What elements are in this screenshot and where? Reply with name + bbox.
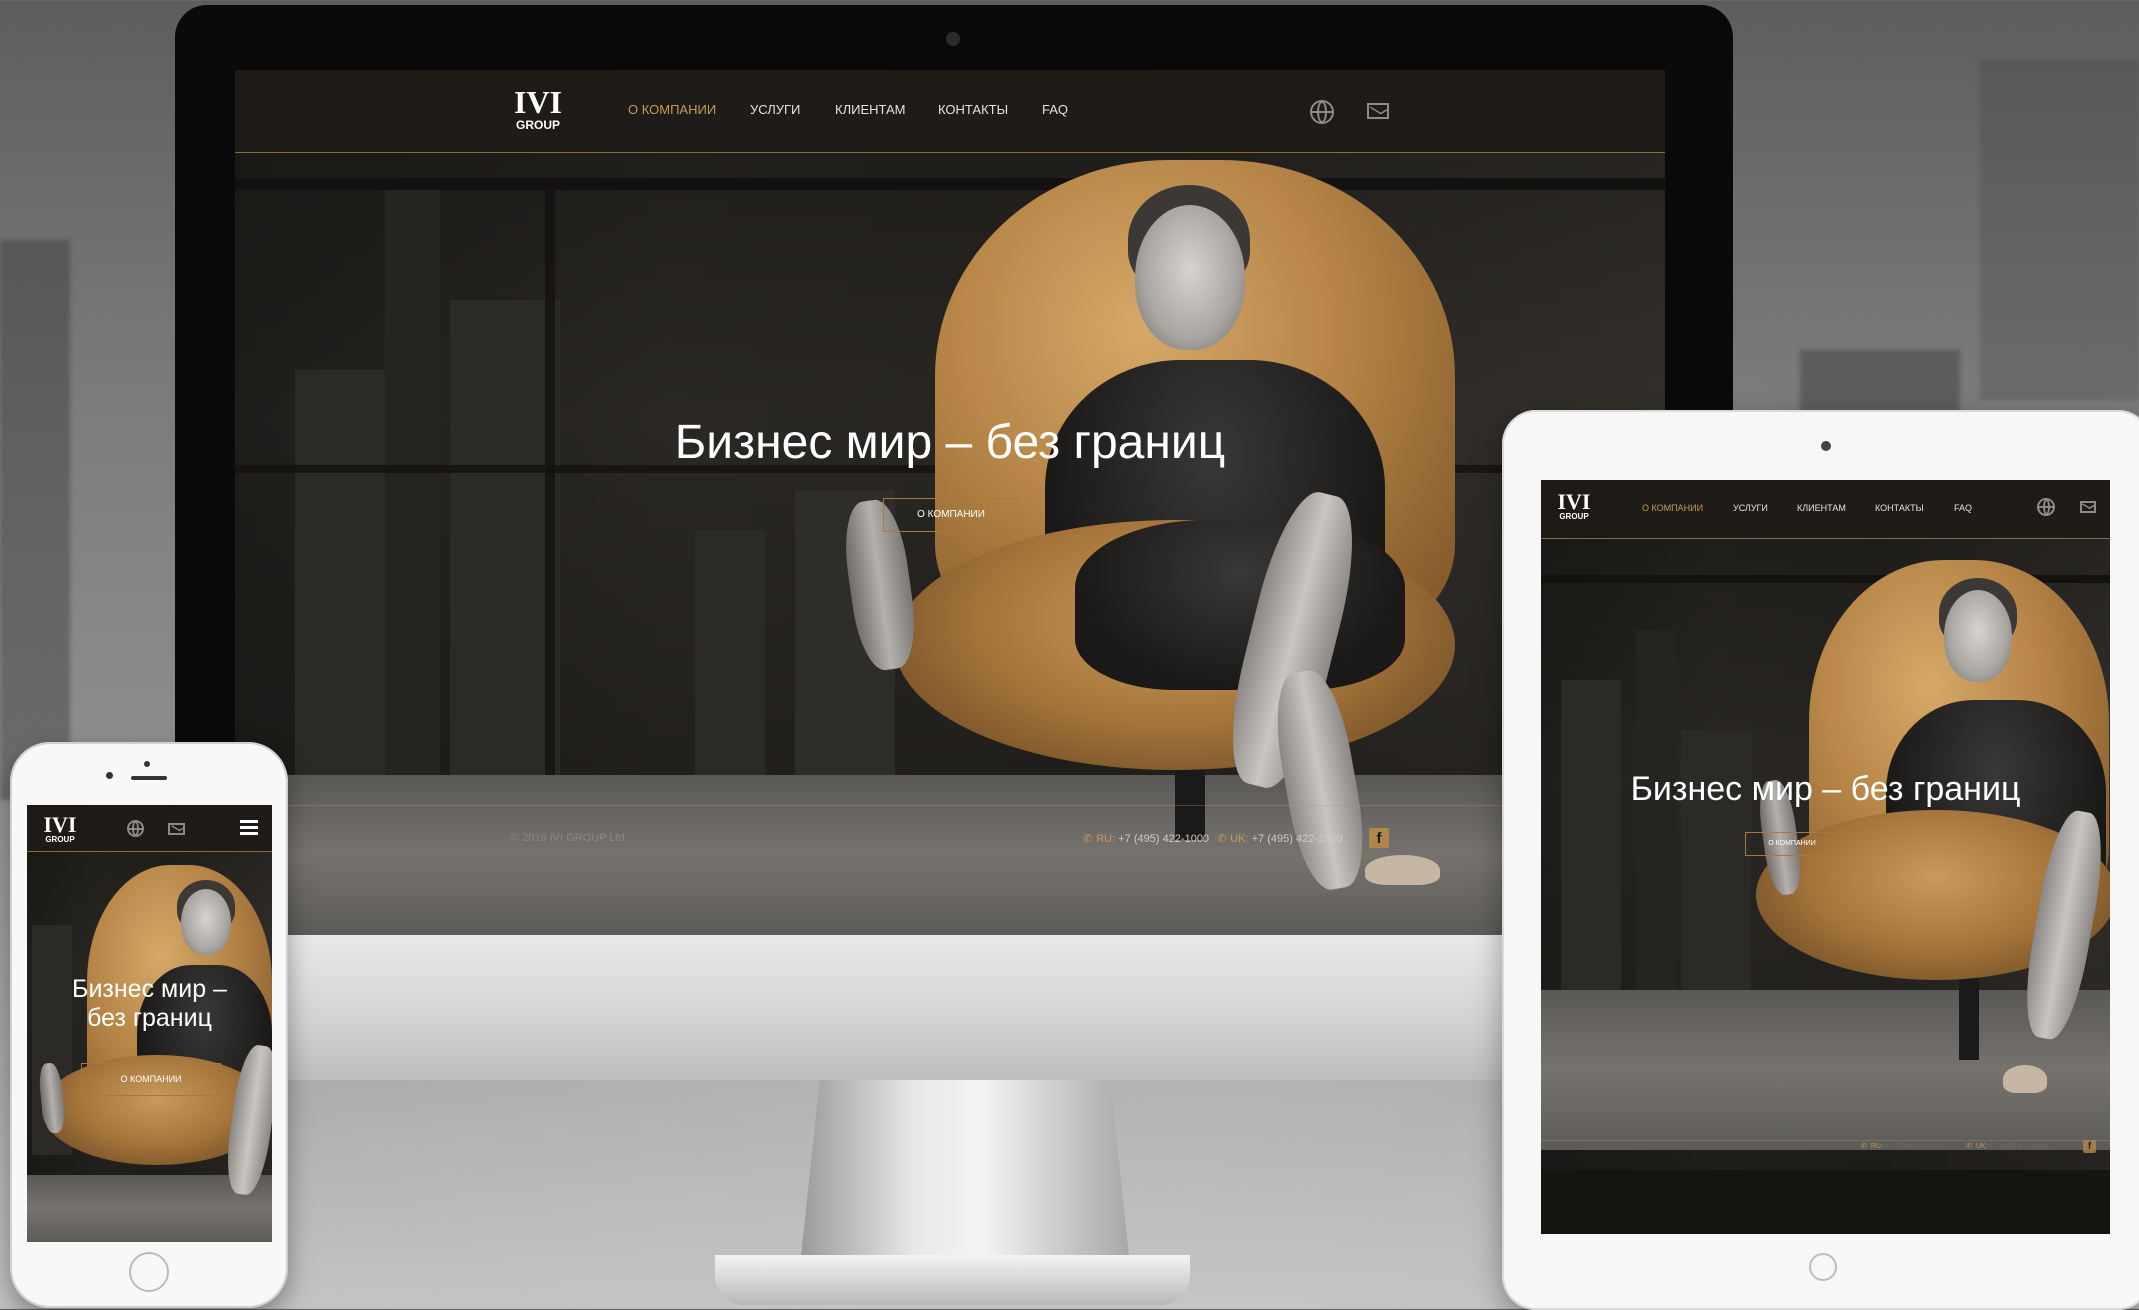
hero-headline-line1: Бизнес мир –	[72, 975, 227, 1003]
phone-ru-label: RU:	[1870, 1143, 1883, 1150]
woman-face	[181, 889, 231, 955]
nav-item-about[interactable]: О КОМПАНИИ	[628, 102, 716, 117]
screen-bottom-bar	[1541, 1170, 2110, 1234]
phone-ru-number: +7 (495) 422-1000	[1118, 833, 1210, 845]
imac-base	[715, 1255, 1190, 1305]
phone-ru-label: RU:	[1096, 833, 1116, 845]
phone-icon: ✆	[1217, 833, 1227, 845]
city-building	[1636, 630, 1676, 990]
city-building	[385, 190, 440, 850]
city-building	[1681, 730, 1751, 990]
woman-face	[1944, 590, 2012, 682]
nav-item-clients[interactable]: КЛИЕНТАМ	[835, 102, 906, 117]
footer-divider	[1541, 1140, 2110, 1141]
woman-dress-lap	[1075, 520, 1405, 690]
city-building	[450, 300, 560, 850]
copyright-text: © 2016 IVI GROUP Ltd.	[511, 832, 628, 844]
phone-speaker	[131, 776, 167, 780]
imac-chin	[175, 935, 1733, 1080]
nav-item-contacts[interactable]: КОНТАКТЫ	[1875, 503, 1924, 513]
hero-headline: Бизнес мир – без границ	[674, 416, 1226, 469]
footer-divider	[235, 805, 1665, 806]
facebook-icon[interactable]: f	[2083, 1140, 2096, 1153]
globe-icon[interactable]	[2037, 498, 2055, 516]
desktop-screen: IVI GROUP О КОМПАНИИ УСЛУГИ КЛИЕНТАМ КОН…	[235, 70, 1665, 935]
woman-face	[1135, 205, 1245, 350]
tablet-home-button[interactable]	[1809, 1253, 1837, 1281]
brand-logo[interactable]: IVI GROUP	[1553, 491, 1595, 521]
logo-sub: GROUP	[515, 118, 560, 132]
nav-item-services[interactable]: УСЛУГИ	[1733, 503, 1768, 513]
nav-item-about[interactable]: О КОМПАНИИ	[1642, 503, 1703, 513]
mail-icon[interactable]	[2080, 501, 2096, 513]
mail-icon[interactable]	[1367, 103, 1389, 119]
phone-uk-label: UK:	[1230, 833, 1249, 845]
logo-main: IVI	[1557, 489, 1591, 514]
about-company-button[interactable]: О КОМПАНИИ	[883, 498, 1019, 532]
logo-main: IVI	[43, 812, 77, 837]
logo-sub: GROUP	[45, 835, 75, 844]
phone-uk[interactable]: ✆ UK: +7 (495) 422-1000	[1966, 1142, 2047, 1150]
globe-icon[interactable]	[127, 820, 144, 837]
phone-uk[interactable]: ✆ UK: +7 (495) 422-1000	[1217, 832, 1342, 845]
phone-sensor	[144, 761, 150, 767]
brand-logo[interactable]: IVI GROUP	[39, 814, 81, 844]
about-company-button[interactable]: О КОМПАНИИ	[81, 1063, 221, 1096]
phone-icon: ✆	[1966, 1143, 1972, 1150]
imac-camera	[946, 32, 960, 46]
phone-ru[interactable]: ✆ RU: +7 (495) 422-1000	[1083, 832, 1209, 845]
tablet-camera	[1821, 441, 1831, 451]
phone-uk-label: UK:	[1975, 1143, 1988, 1150]
window-frame	[235, 178, 1665, 190]
hero-headline-line2: без границ	[87, 1004, 212, 1032]
brand-logo[interactable]: IVI GROUP	[507, 86, 569, 131]
city-building	[1561, 680, 1621, 990]
phone-uk-number: +7 (495) 422-1000	[1251, 833, 1343, 845]
phone-camera	[106, 772, 113, 779]
menu-icon[interactable]	[240, 820, 258, 836]
hero-headline: Бизнес мир – без границ	[1630, 770, 2021, 808]
nav-item-faq[interactable]: FAQ	[1042, 102, 1068, 117]
nav-item-faq[interactable]: FAQ	[1954, 503, 1972, 513]
window-frame	[545, 178, 555, 848]
phone-home-button[interactable]	[129, 1252, 169, 1292]
woman-shoe	[1365, 855, 1440, 885]
logo-main: IVI	[513, 84, 562, 120]
phone-ru-number: +7 (495) 422-1000	[1884, 1143, 1943, 1150]
nav-item-contacts[interactable]: КОНТАКТЫ	[938, 102, 1008, 117]
phone-screen: IVI GROUP Бизнес мир – без границ О КОМП…	[27, 805, 272, 1242]
phone-icon: ✆	[1083, 833, 1093, 845]
logo-sub: GROUP	[1559, 512, 1589, 521]
phone-icon: ✆	[1861, 1143, 1867, 1150]
phone-uk-number: +7 (495) 422-1000	[1989, 1143, 2048, 1150]
imac-stand	[800, 1080, 1130, 1265]
about-company-button[interactable]: О КОМПАНИИ	[1745, 832, 1839, 856]
floor	[235, 775, 1665, 935]
nav-item-clients[interactable]: КЛИЕНТАМ	[1797, 503, 1846, 513]
nav-item-services[interactable]: УСЛУГИ	[750, 102, 800, 117]
facebook-icon[interactable]: f	[1369, 828, 1389, 848]
tablet-screen: IVI GROUP О КОМПАНИИ УСЛУГИ КЛИЕНТАМ КОН…	[1541, 480, 2110, 1234]
mail-icon[interactable]	[168, 823, 185, 835]
phone-ru[interactable]: ✆ RU: +7 (495) 422-1000	[1861, 1142, 1943, 1150]
woman-shoe	[2003, 1065, 2047, 1093]
copyright-text: © 2016 IVI GROUP Ltd.	[1551, 1142, 1626, 1149]
globe-icon[interactable]	[1310, 100, 1334, 124]
